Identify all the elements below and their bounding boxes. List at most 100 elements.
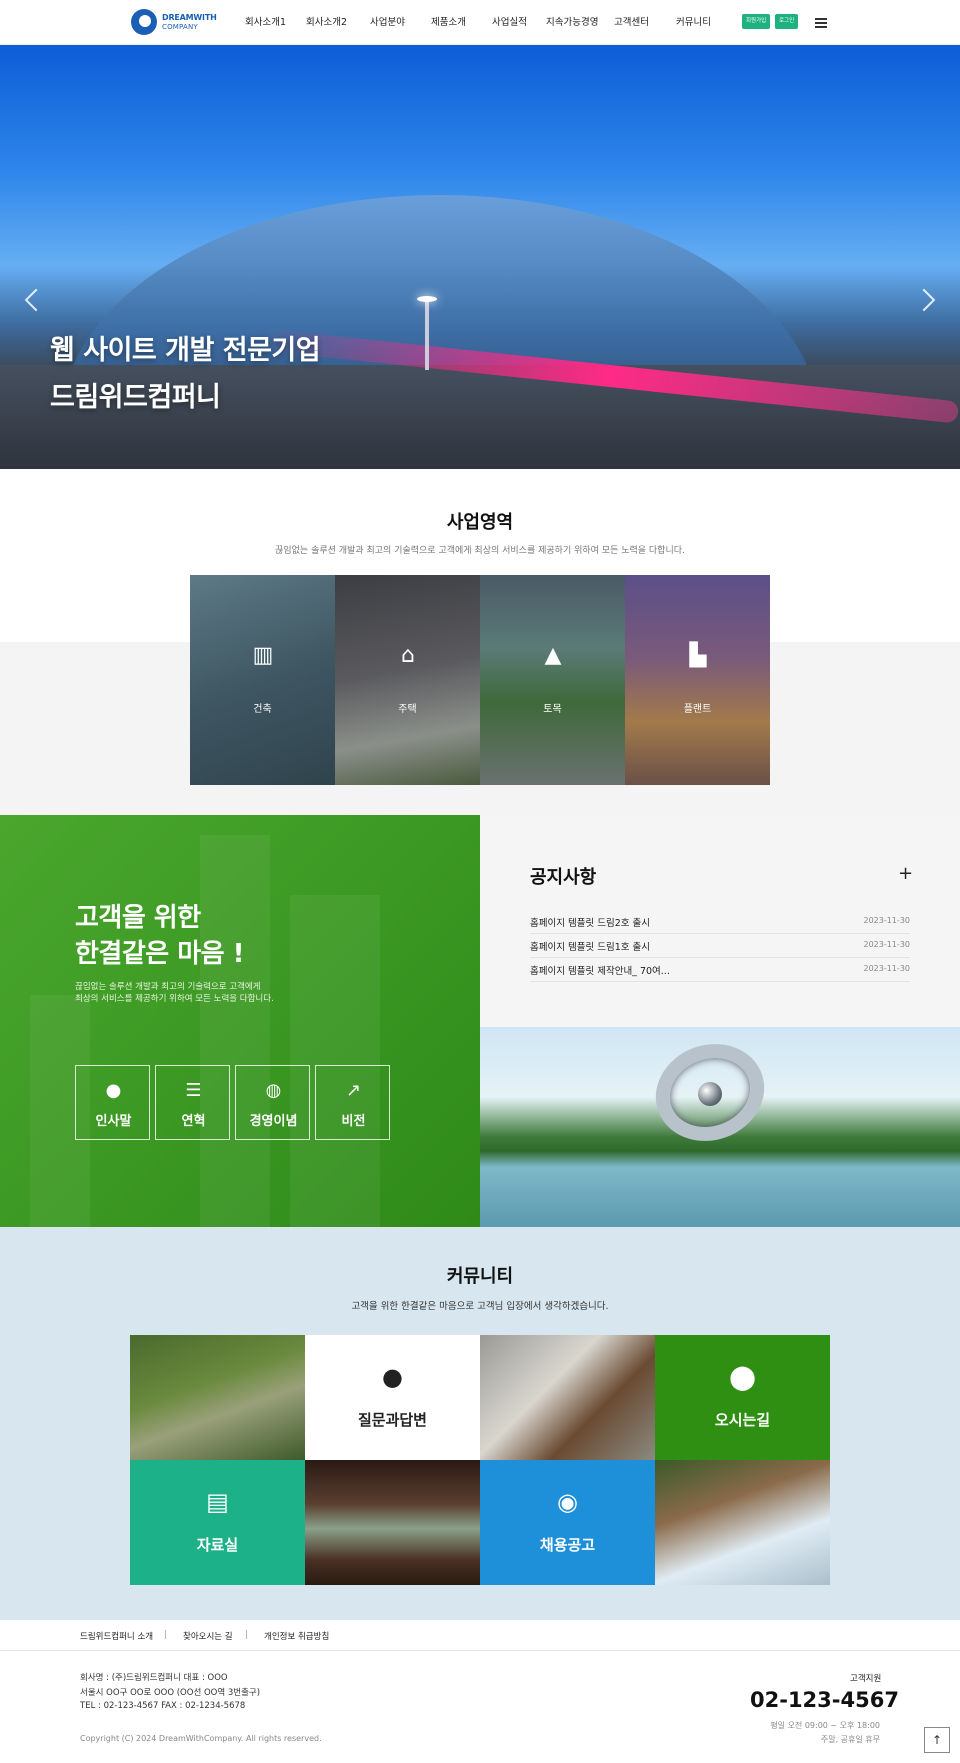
- nav-item-community[interactable]: 커뮤니티: [676, 0, 711, 45]
- support-hours-weekend: 주말, 공휴일 휴무: [820, 1735, 880, 1744]
- business-tile-housing[interactable]: ⌂ 주택: [335, 575, 480, 785]
- menu-icon[interactable]: [815, 18, 827, 28]
- nav-item-results[interactable]: 사업실적: [492, 0, 527, 45]
- logo-text-line2: COMPANY: [162, 23, 198, 31]
- building-icon: ▥: [252, 643, 274, 668]
- nav-item-sustainability[interactable]: 지속가능경영: [546, 0, 598, 45]
- community-subtitle: 고객을 위한 한결같은 마음으로 고객님 입장에서 생각하겠습니다.: [351, 1301, 609, 1312]
- history-button[interactable]: ☰ 연혁: [155, 1065, 230, 1140]
- nav-item-business[interactable]: 사업분야: [370, 0, 405, 45]
- vision-button[interactable]: ↗ 비전: [315, 1065, 390, 1140]
- house-icon: ⌂: [401, 643, 415, 668]
- notice-row-title[interactable]: 홈페이지 템플릿 제작안내_ 70여...: [530, 963, 670, 977]
- nav-item-products[interactable]: 제품소개: [431, 0, 466, 45]
- map-pin-icon: ⬤: [729, 1363, 756, 1391]
- window-room-image: [305, 1460, 480, 1585]
- support-phone: 02-123-4567: [750, 1688, 899, 1712]
- next-slide-icon[interactable]: [912, 288, 936, 312]
- qna-tile[interactable]: ● 질문과답변: [305, 1335, 480, 1460]
- business-tile-architecture[interactable]: ▥ 건축: [190, 575, 335, 785]
- business-tile-label: 토목: [543, 704, 562, 715]
- user-icon: ●: [105, 1080, 122, 1101]
- promo-building-shape: [200, 835, 270, 1227]
- promo-heading-line1: 고객을 위한: [75, 903, 201, 933]
- login-button[interactable]: 로그인: [775, 14, 799, 29]
- qna-label: 질문과답변: [357, 1411, 427, 1429]
- notice-row[interactable]: 홈페이지 템플릿 제작안내_ 70여... 2023-11-30: [530, 958, 910, 982]
- footer-contact: TEL : 02-123-4567 FAX : 02-1234-5678: [80, 1701, 246, 1711]
- footer-link-about[interactable]: 드림위드컴퍼니 소개: [80, 1630, 153, 1642]
- globe-icon: ◍: [265, 1080, 282, 1101]
- archive-label: 자료실: [196, 1536, 239, 1554]
- notice-row-title[interactable]: 홈페이지 템플릿 드림2호 출시: [530, 915, 650, 929]
- support-hours-weekday: 평일 오전 09:00 ~ 오후 18:00: [770, 1721, 880, 1730]
- prev-slide-icon[interactable]: [24, 288, 48, 312]
- notice-row[interactable]: 홈페이지 템플릿 드림2호 출시 2023-11-30: [530, 910, 910, 934]
- business-tile-label: 건축: [253, 704, 272, 715]
- nav-item-support[interactable]: 고객센터: [614, 0, 649, 45]
- list-icon: ☰: [185, 1080, 202, 1101]
- footer-link-privacy[interactable]: 개인정보 취급방침: [264, 1630, 329, 1642]
- dam-image: [655, 1460, 830, 1585]
- business-tile-label: 플랜트: [683, 704, 712, 715]
- hero-title-line1: 웹 사이트 개발 전문기업: [50, 335, 321, 366]
- business-tile-civil[interactable]: ▲ 토목: [480, 575, 625, 785]
- notice-panel: 공지사항 + 홈페이지 템플릿 드림2호 출시 2023-11-30 홈페이지 …: [480, 815, 960, 1027]
- promo-building-shape: [290, 895, 380, 1227]
- house-entrance-image: [480, 1335, 655, 1460]
- lake-sculpture-image: [480, 1027, 960, 1227]
- vision-label: 비전: [341, 1114, 366, 1129]
- support-label: 고객지원: [850, 1674, 882, 1684]
- notice-row-date: 2023-11-30: [863, 964, 911, 973]
- scroll-top-button[interactable]: ↑: [924, 1727, 950, 1753]
- community-title: 커뮤니티: [446, 1266, 514, 1287]
- logo[interactable]: DREAMWITH COMPANY: [131, 9, 221, 37]
- footer-link-directions[interactable]: 찾아오시는 길: [183, 1630, 233, 1642]
- history-label: 연혁: [181, 1114, 206, 1129]
- directions-label: 오시는길: [714, 1411, 771, 1429]
- logo-mark: [131, 9, 157, 35]
- road-icon: ▲: [544, 643, 562, 668]
- hero-title-line2: 드림위드컴퍼니: [50, 382, 221, 413]
- notice-row-date: 2023-11-30: [863, 916, 911, 925]
- directions-tile[interactable]: ⬤ 오시는길: [655, 1335, 830, 1460]
- greeting-label: 인사말: [95, 1114, 132, 1129]
- notice-row-title[interactable]: 홈페이지 템플릿 드림1호 출시: [530, 939, 650, 953]
- nav-item-about1[interactable]: 회사소개1: [245, 0, 286, 45]
- promo-section: [0, 815, 480, 1227]
- footer-links: 드림위드컴퍼니 소개 | 찾아오시는 길 | 개인정보 취급방침: [0, 1620, 960, 1651]
- notice-title: 공지사항: [530, 867, 597, 888]
- document-icon: ▤: [206, 1488, 229, 1516]
- footer-company: 회사명 : (주)드림위드컴퍼니 대표 : OOO: [80, 1673, 228, 1683]
- factory-icon: ▙: [689, 643, 707, 668]
- logo-text-line1: DREAMWITH: [162, 13, 217, 22]
- chat-icon: ●: [382, 1363, 403, 1391]
- footer-separator: |: [164, 1630, 167, 1640]
- users-icon: ◉: [557, 1488, 578, 1516]
- philosophy-button[interactable]: ◍ 경영이념: [235, 1065, 310, 1140]
- business-title: 사업영역: [446, 512, 514, 533]
- notice-more-icon[interactable]: +: [898, 863, 913, 884]
- hero-slider: 웹 사이트 개발 전문기업 드림위드컴퍼니: [0, 45, 960, 469]
- recruit-label: 채용공고: [539, 1536, 596, 1554]
- footer-copyright: Copyright (C) 2024 DreamWithCompany. All…: [80, 1734, 322, 1743]
- chart-icon: ↗: [345, 1080, 362, 1101]
- philosophy-label: 경영이념: [249, 1114, 298, 1129]
- sculpture-ball: [698, 1082, 722, 1106]
- greeting-button[interactable]: ● 인사말: [75, 1065, 150, 1140]
- nav-item-about2[interactable]: 회사소개2: [306, 0, 347, 45]
- signup-button[interactable]: 회원가입: [742, 14, 771, 29]
- garden-image: [130, 1335, 305, 1460]
- promo-heading-line2: 한결같은 마음 !: [75, 939, 244, 969]
- footer-address: 서울시 OO구 OO로 OOO (OO선 OO역 3번출구): [80, 1688, 261, 1698]
- business-tile-plant[interactable]: ▙ 플랜트: [625, 575, 770, 785]
- archive-tile[interactable]: ▤ 자료실: [130, 1460, 305, 1585]
- notice-row-date: 2023-11-30: [863, 940, 911, 949]
- promo-desc-line2: 최상의 서비스를 제공하기 위하여 모든 노력을 다합니다.: [75, 994, 274, 1004]
- recruit-tile[interactable]: ◉ 채용공고: [480, 1460, 655, 1585]
- site-header: DREAMWITH COMPANY 회사소개1 회사소개2 사업분야 제품소개 …: [0, 0, 960, 45]
- business-tile-label: 주택: [398, 704, 417, 715]
- notice-row[interactable]: 홈페이지 템플릿 드림1호 출시 2023-11-30: [530, 934, 910, 958]
- footer-separator: |: [245, 1630, 248, 1640]
- business-subtitle: 끊임없는 솔루션 개발과 최고의 기술력으로 고객에게 최상의 서비스를 제공하…: [275, 546, 685, 556]
